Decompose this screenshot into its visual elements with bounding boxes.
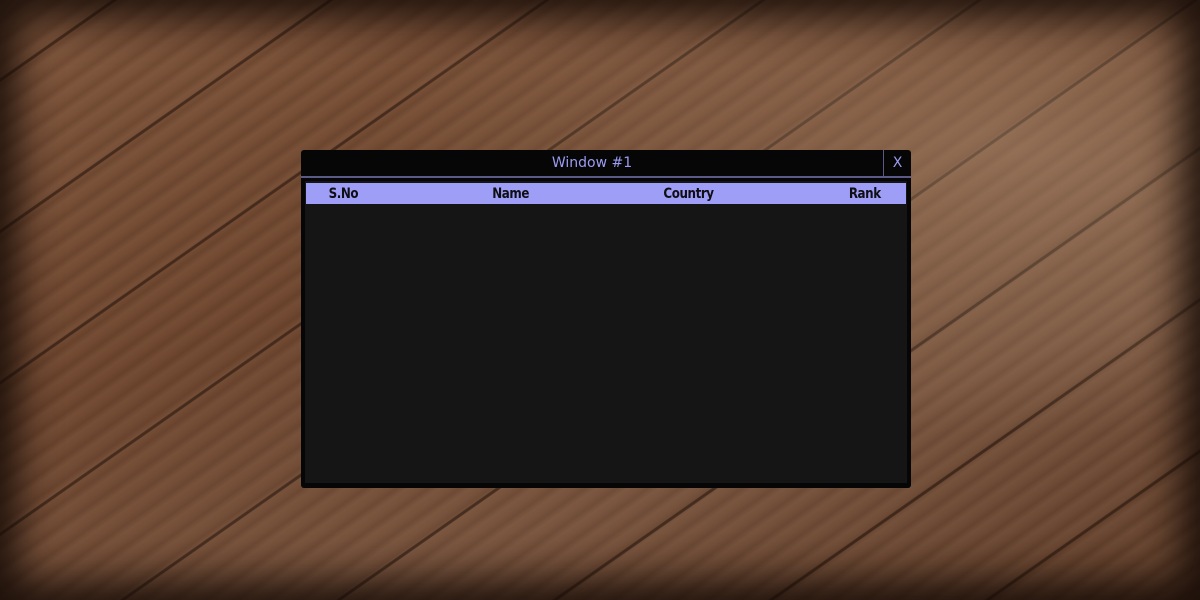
column-header-sno[interactable]: S.No <box>329 183 359 204</box>
window-content: S.No Name Country Rank <box>305 181 907 483</box>
close-button[interactable]: X <box>883 150 911 176</box>
window-titlebar[interactable]: Window #1 X <box>301 150 911 178</box>
window-title: Window #1 <box>551 155 633 171</box>
table-header-row: S.No Name Country Rank <box>306 183 906 204</box>
column-header-country[interactable]: Country <box>663 183 714 204</box>
column-header-name[interactable]: Name <box>492 183 529 204</box>
window: Window #1 X S.No Name Country Rank <box>301 150 911 488</box>
table-body <box>305 206 907 483</box>
column-header-rank[interactable]: Rank <box>849 183 881 204</box>
